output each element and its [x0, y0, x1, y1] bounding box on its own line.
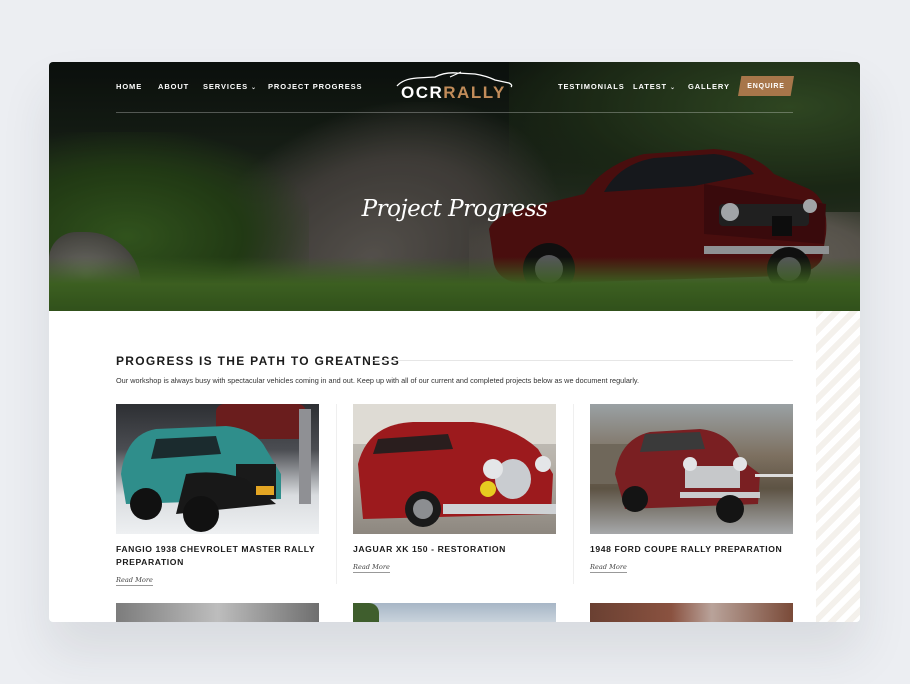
hero-banner: HOME ABOUT SERVICES ⌄ PROJECT PROGRESS OC…: [49, 62, 860, 311]
section-heading: PROGRESS IS THE PATH TO GREATNESS: [116, 354, 401, 368]
project-title[interactable]: FANGIO 1938 CHEVROLET MASTER RALLY PREPA…: [116, 543, 319, 569]
nav-latest[interactable]: LATEST ⌄: [633, 82, 676, 91]
project-title[interactable]: 1948 FORD COUPE RALLY PREPARATION: [590, 543, 793, 556]
nav-project-progress[interactable]: PROJECT PROGRESS: [268, 82, 362, 91]
project-photo[interactable]: [116, 603, 319, 622]
project-photo[interactable]: [353, 404, 556, 534]
project-card[interactable]: FANGIO 1938 CHEVROLET MASTER RALLY PREPA…: [116, 404, 319, 587]
nav-services[interactable]: SERVICES ⌄: [203, 82, 257, 91]
read-more-link[interactable]: Read More: [116, 576, 153, 586]
nav-home[interactable]: HOME: [116, 82, 142, 91]
project-photo[interactable]: [590, 404, 793, 534]
chevron-down-icon: ⌄: [670, 85, 676, 91]
read-more-link[interactable]: Read More: [590, 563, 627, 573]
nav-testimonials[interactable]: TESTIMONIALS: [558, 82, 625, 91]
project-photo[interactable]: [353, 603, 556, 622]
project-photo[interactable]: [116, 404, 319, 534]
read-more-link[interactable]: Read More: [353, 563, 390, 573]
enquire-button[interactable]: ENQUIRE: [738, 76, 794, 96]
decorative-stripes: [816, 311, 860, 622]
heading-divider: [371, 360, 793, 361]
project-title[interactable]: JAGUAR XK 150 - RESTORATION: [353, 543, 556, 556]
site-logo[interactable]: OCRRALLY: [395, 68, 515, 108]
project-card[interactable]: 1948 FORD COUPE RALLY PREPARATION Read M…: [590, 404, 793, 574]
chevron-down-icon: ⌄: [251, 85, 257, 91]
nav-gallery[interactable]: GALLERY: [688, 82, 730, 91]
main-navigation: HOME ABOUT SERVICES ⌄ PROJECT PROGRESS OC…: [116, 71, 794, 113]
project-photo[interactable]: [590, 603, 793, 622]
project-card[interactable]: JAGUAR XK 150 - RESTORATION Read More: [353, 404, 556, 574]
page-title: Project Progress: [361, 196, 548, 222]
browser-frame: HOME ABOUT SERVICES ⌄ PROJECT PROGRESS OC…: [49, 62, 860, 622]
nav-about[interactable]: ABOUT: [158, 82, 189, 91]
section-intro: Our workshop is always busy with spectac…: [116, 376, 640, 385]
